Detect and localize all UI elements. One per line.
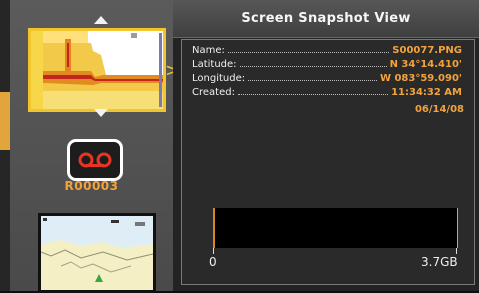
created-date: 06/14/08 xyxy=(414,104,464,115)
map-thumbnail-icon xyxy=(41,216,153,290)
leader-dots xyxy=(227,52,390,53)
scroll-up-icon[interactable] xyxy=(94,16,108,24)
panel-title-bar: Screen Snapshot View xyxy=(173,0,479,38)
storage-min-label: 0 xyxy=(209,255,217,269)
field-value: N 34°14.410' xyxy=(389,59,462,70)
field-label: Name: xyxy=(192,45,225,56)
field-latitude: Latitude: N 34°14.410' xyxy=(192,59,462,70)
storage-max-label: 3.7GB xyxy=(421,255,458,269)
field-value: W 083°59.090' xyxy=(379,73,462,84)
scale-tick-max xyxy=(456,248,457,254)
snapshot-thumbnail[interactable] xyxy=(38,213,156,293)
recording-label: R00003 xyxy=(64,179,119,193)
recording-icon[interactable] xyxy=(67,139,123,181)
leader-dots xyxy=(248,80,377,81)
sonar-thumbnail-icon xyxy=(31,31,163,109)
scale-tick-min xyxy=(213,248,214,254)
field-label: Longitude: xyxy=(192,73,246,84)
storage-usage-bar xyxy=(213,208,458,248)
field-label: Created: xyxy=(192,87,235,98)
scroll-down-icon[interactable] xyxy=(94,109,108,117)
panel-title: Screen Snapshot View xyxy=(241,11,411,26)
snapshot-list: > R00003 xyxy=(10,0,180,293)
field-value: S00077.PNG xyxy=(392,45,462,56)
field-created: Created: 11:34:32 AM xyxy=(192,87,462,98)
field-name: Name: S00077.PNG xyxy=(192,45,462,56)
scroll-thumb[interactable] xyxy=(0,92,10,150)
snapshot-detail-panel: Screen Snapshot View Name: S00077.PNG La… xyxy=(173,0,479,291)
app-frame: > R00003 Screen Snapsho xyxy=(0,0,479,293)
snapshot-info: Name: S00077.PNG Latitude: N 34°14.410' … xyxy=(181,39,475,285)
snapshot-thumbnail-selected[interactable] xyxy=(28,28,166,112)
field-label: Latitude: xyxy=(192,59,237,70)
leader-dots xyxy=(237,94,389,95)
field-value: 11:34:32 AM xyxy=(391,87,462,98)
reel-to-reel-icon xyxy=(78,152,112,168)
leader-dots xyxy=(239,66,387,67)
field-longitude: Longitude: W 083°59.090' xyxy=(192,73,462,84)
